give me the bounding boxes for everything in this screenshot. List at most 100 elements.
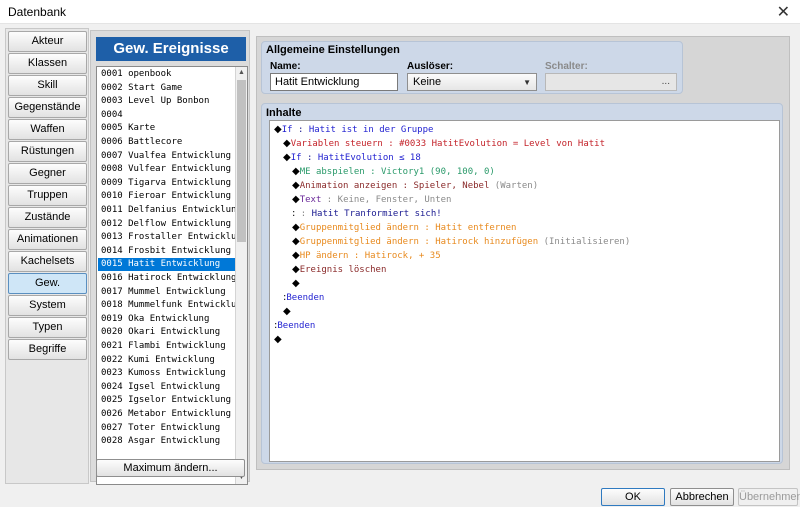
command-line[interactable]: :Beenden bbox=[274, 319, 315, 332]
command-line[interactable]: :Beenden bbox=[283, 291, 324, 304]
scroll-up-icon[interactable]: ▲ bbox=[236, 67, 247, 79]
contents-title: Inhalte bbox=[266, 107, 302, 119]
command-text: Gruppenmitglied ändern bbox=[299, 223, 419, 233]
event-list-item[interactable]: 0008 Vulfear Entwicklung bbox=[98, 163, 235, 176]
diamond-icon: ◆ bbox=[283, 138, 291, 149]
event-list-header: Gew. Ereignisse bbox=[96, 37, 246, 61]
command-line[interactable]: : : Hatit Tranformiert sich! bbox=[292, 207, 442, 220]
diamond-icon: ◆ bbox=[292, 194, 300, 205]
trigger-select[interactable]: Keine ▼ bbox=[407, 73, 537, 91]
category-sidebar: Akteur Klassen Skill Gegenstände Waffen Rüstu… bbox=[5, 28, 89, 484]
category-button-10[interactable]: Kachelsets bbox=[8, 251, 87, 272]
command-line[interactable]: ◆ME abspielen : Victory1 (90, 100, 0) bbox=[292, 165, 495, 178]
command-text: : bbox=[301, 153, 318, 163]
event-list-item[interactable]: 0022 Kumi Entwicklung bbox=[98, 354, 235, 367]
event-list-item[interactable]: 0011 Delfanius Entwicklung bbox=[98, 204, 235, 217]
command-text: If bbox=[281, 125, 293, 135]
event-listbox[interactable]: 0028 Asgar Entwicklung 0027 Toter Entwick… bbox=[96, 66, 248, 485]
event-list-item[interactable]: 0028 Asgar Entwicklung bbox=[98, 435, 235, 448]
category-button-8[interactable]: Zustände bbox=[8, 207, 87, 228]
category-button-7[interactable]: Truppen bbox=[8, 185, 87, 206]
event-list-item[interactable]: 0009 Tigarva Entwicklung bbox=[98, 177, 235, 190]
command-text: Spieler, Nebel bbox=[413, 181, 495, 191]
command-text: Beenden bbox=[277, 321, 316, 331]
command-line[interactable]: ◆ bbox=[283, 305, 291, 318]
switch-label: Schalter: bbox=[545, 61, 588, 72]
command-line[interactable]: ◆Animation anzeigen : Spieler, Nebel (Wa… bbox=[292, 179, 538, 192]
command-line[interactable]: ◆ bbox=[274, 333, 282, 346]
list-scrollbar[interactable]: ▲ ▼ bbox=[235, 67, 247, 484]
command-line[interactable]: ◆Ereignis löschen bbox=[292, 263, 386, 276]
event-list-item[interactable]: 0024 Igsel Entwicklung bbox=[98, 381, 235, 394]
diamond-icon: ◆ bbox=[283, 152, 291, 163]
command-line[interactable]: ◆If : Hatit ist in der Gruppe bbox=[274, 123, 433, 136]
category-button-14[interactable]: Begriffe bbox=[8, 339, 87, 360]
event-list-item[interactable]: 0010 Fieroar Entwicklung bbox=[98, 190, 235, 203]
category-button-9[interactable]: Animationen bbox=[8, 229, 87, 250]
command-line[interactable]: ◆If : HatitEvolution ≤ 18 bbox=[283, 151, 421, 164]
event-list-item[interactable]: 0003 Level Up Bonbon bbox=[98, 95, 235, 108]
category-button-11[interactable]: Gew. Ereignisse bbox=[8, 273, 87, 308]
event-list-item[interactable]: 0006 Battlecore bbox=[98, 136, 235, 149]
command-line[interactable]: ◆ bbox=[292, 277, 300, 290]
command-line[interactable]: ◆Gruppenmitglied ändern : Hatirock hinzu… bbox=[292, 235, 630, 248]
event-list-item[interactable]: 0013 Frostaller Entwicklung bbox=[98, 231, 235, 244]
diamond-icon: ◆ bbox=[292, 236, 300, 247]
scroll-thumb[interactable] bbox=[237, 80, 246, 242]
event-list-item[interactable]: 0004 bbox=[98, 109, 235, 122]
category-button-1[interactable]: Klassen bbox=[8, 53, 87, 74]
event-list-item[interactable]: 0017 Mummel Entwicklung bbox=[98, 286, 235, 299]
category-button-3[interactable]: Gegenstände bbox=[8, 97, 87, 118]
command-text: Hatit entfernen bbox=[435, 223, 517, 233]
name-input[interactable]: Hatit Entwicklung bbox=[270, 73, 398, 91]
event-list-item[interactable]: 0018 Mummelfunk Entwicklung bbox=[98, 299, 235, 312]
event-list-item[interactable]: 0007 Vualfea Entwicklung bbox=[98, 150, 235, 163]
event-list-item[interactable]: 0025 Igselor Entwicklung bbox=[98, 394, 235, 407]
event-list-item[interactable]: 0021 Flambi Entwicklung bbox=[98, 340, 235, 353]
command-text: : bbox=[397, 181, 414, 191]
switch-browse-button: ... bbox=[661, 76, 670, 87]
command-line[interactable]: ◆Variablen steuern : #0033 HatitEvolutio… bbox=[283, 137, 605, 150]
event-list-item[interactable]: 0002 Start Game bbox=[98, 82, 235, 95]
close-icon[interactable]: ✕ bbox=[777, 2, 790, 22]
cancel-button[interactable]: Abbrechen bbox=[670, 488, 734, 506]
category-button-2[interactable]: Skill bbox=[8, 75, 87, 96]
command-text: : bbox=[348, 251, 365, 261]
event-list-item[interactable]: 0016 Hatirock Entwicklung bbox=[98, 272, 235, 285]
category-button-4[interactable]: Waffen bbox=[8, 119, 87, 140]
category-button-13[interactable]: Typen bbox=[8, 317, 87, 338]
command-text: Hatit Tranformiert sich! bbox=[311, 209, 442, 219]
event-list-item[interactable]: 0012 Delflow Entwicklung bbox=[98, 218, 235, 231]
event-list-item[interactable]: 0005 Karte bbox=[98, 122, 235, 135]
event-list-item[interactable]: 0001 openbook bbox=[98, 68, 235, 81]
event-list-item[interactable]: 0019 Oka Entwicklung bbox=[98, 313, 235, 326]
event-list-item[interactable]: 0014 Frosbit Entwicklung bbox=[98, 245, 235, 258]
event-list-item[interactable]: 0027 Toter Entwicklung bbox=[98, 422, 235, 435]
diamond-icon: ◆ bbox=[274, 124, 282, 135]
command-line[interactable]: ◆HP ändern : Hatirock, + 35 bbox=[292, 249, 441, 262]
trigger-value: Keine bbox=[413, 76, 442, 88]
event-list-panel: Gew. Ereignisse 0028 Asgar Entwicklung 00… bbox=[90, 30, 250, 485]
event-list-item[interactable]: 0023 Kumoss Entwicklung bbox=[98, 367, 235, 380]
command-text: #0033 HatitEvolution = Level von Hatit bbox=[399, 139, 605, 149]
command-text: : bbox=[321, 195, 338, 205]
ok-button[interactable]: OK bbox=[601, 488, 665, 506]
category-button-5[interactable]: Rüstungen bbox=[8, 141, 87, 162]
apply-button: Übernehmen bbox=[738, 488, 800, 506]
diamond-icon: ◆ bbox=[292, 222, 300, 233]
max-change-button[interactable]: Maximum ändern... bbox=[96, 459, 245, 477]
event-list-item[interactable]: 0026 Metabor Entwicklung bbox=[98, 408, 235, 421]
trigger-label: Auslöser: bbox=[407, 61, 454, 72]
category-button-0[interactable]: Akteur bbox=[8, 31, 87, 52]
event-list-item[interactable]: 0015 Hatit Entwicklung bbox=[98, 258, 235, 272]
command-text: Keine, Fenster, Unten bbox=[337, 195, 452, 205]
diamond-icon: ◆ bbox=[292, 180, 300, 191]
category-button-6[interactable]: Gegner bbox=[8, 163, 87, 184]
command-line[interactable]: ◆Gruppenmitglied ändern : Hatit entferne… bbox=[292, 221, 516, 234]
switch-selector: ... bbox=[545, 73, 677, 91]
event-commands-list[interactable]: ◆If : Hatit ist in der Gruppe ◆Variablen … bbox=[269, 120, 780, 462]
category-button-12[interactable]: System bbox=[8, 295, 87, 316]
command-line[interactable]: ◆Text : Keine, Fenster, Unten bbox=[292, 193, 451, 206]
command-text: Hatit ist in der Gruppe bbox=[308, 125, 434, 135]
event-list-item[interactable]: 0020 Okari Entwicklung bbox=[98, 326, 235, 339]
